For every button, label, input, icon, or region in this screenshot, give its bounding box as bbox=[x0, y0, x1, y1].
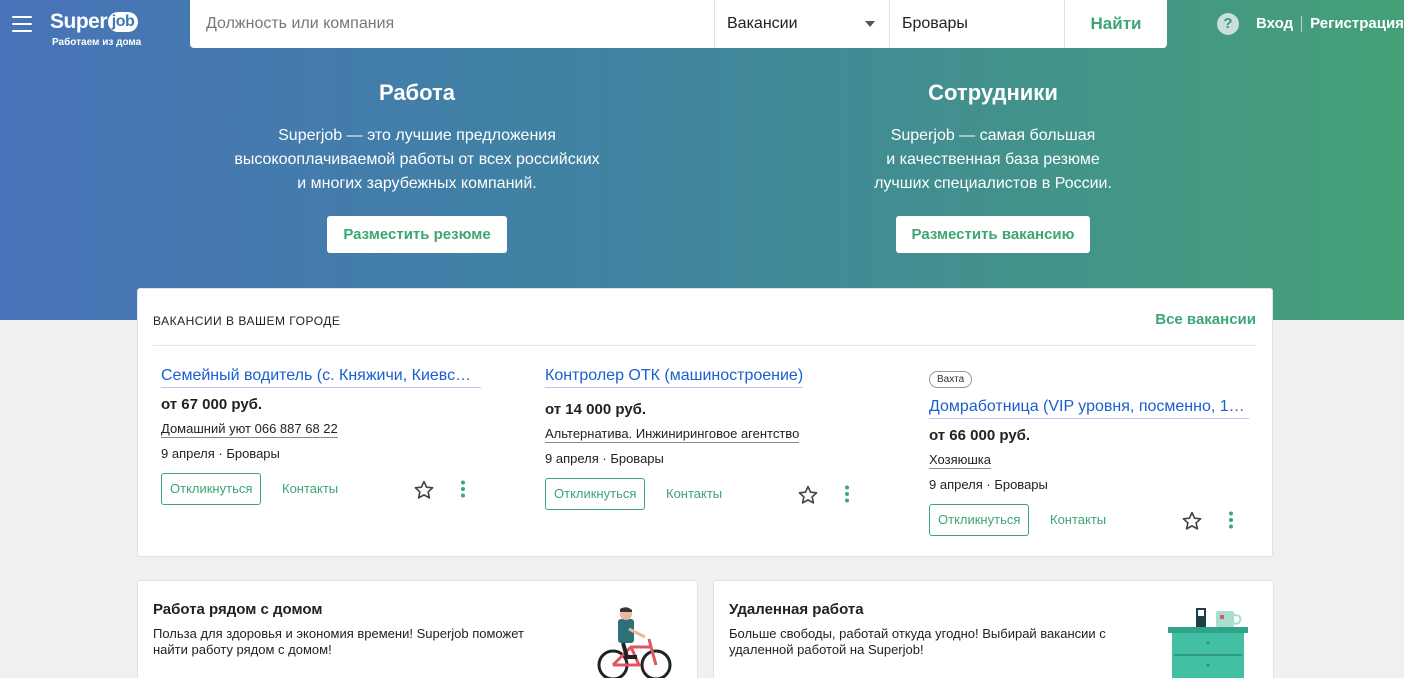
vacancy-item: Семейный водитель (с. Княжичи, Киевс… от… bbox=[161, 367, 481, 505]
vacancy-title-link[interactable]: Семейный водитель (с. Княжичи, Киевс… bbox=[161, 367, 481, 388]
vacancy-meta: 9 апреля · Бровары bbox=[161, 446, 280, 461]
respond-button[interactable]: Откликнуться bbox=[929, 504, 1030, 536]
vacancy-meta: 9 апреля · Бровары bbox=[929, 477, 1048, 492]
vacancy-company-link[interactable]: Домашний уют 066 887 68 22 bbox=[161, 421, 338, 438]
vacancy-salary: от 67 000 руб. bbox=[161, 396, 263, 413]
register-link[interactable]: Регистрация bbox=[1310, 15, 1404, 32]
remote-work-card[interactable]: Удаленная работа Больше свободы, работай… bbox=[713, 580, 1274, 678]
logo[interactable]: Super job Работаем из дома bbox=[50, 10, 141, 48]
vacancies-heading: ВАКАНСИИ В ВАШЕМ ГОРОДЕ bbox=[153, 314, 341, 328]
more-options-icon[interactable] bbox=[1228, 511, 1234, 529]
search-button[interactable]: Найти bbox=[1064, 0, 1167, 48]
respond-button[interactable]: Откликнуться bbox=[545, 478, 646, 510]
vacancy-item: Контролер ОТК (машиностроение) от 14 000… bbox=[545, 367, 865, 510]
help-icon[interactable]: ? bbox=[1217, 13, 1239, 35]
logo-name-suffix: job bbox=[108, 12, 139, 32]
star-icon[interactable] bbox=[413, 479, 435, 501]
nearby-work-title: Работа рядом с домом bbox=[153, 601, 323, 618]
post-resume-button[interactable]: Разместить резюме bbox=[327, 216, 507, 253]
promo-employers-line: лучших специалистов в России. bbox=[874, 175, 1112, 192]
login-link[interactable]: Вход bbox=[1256, 15, 1293, 32]
vacancy-salary: от 66 000 руб. bbox=[929, 427, 1031, 444]
nearby-work-text: Польза для здоровья и экономия времени! … bbox=[153, 626, 524, 657]
desk-illustration-icon bbox=[1168, 608, 1248, 678]
vacancy-actions: Откликнуться Контакты bbox=[161, 473, 481, 505]
logo-name-prefix: Super bbox=[50, 10, 108, 33]
divider bbox=[153, 345, 1257, 346]
chevron-down-icon bbox=[865, 21, 875, 27]
respond-button[interactable]: Откликнуться bbox=[161, 473, 262, 505]
shift-work-badge: Вахта bbox=[929, 371, 973, 388]
search-bar: Вакансии Бровары Найти bbox=[190, 0, 1167, 48]
vacancy-item: Вахта Домработница (VIP уровня, посменно… bbox=[929, 369, 1249, 536]
vacancy-salary: от 14 000 руб. bbox=[545, 401, 647, 418]
more-options-icon[interactable] bbox=[844, 485, 850, 503]
vacancies-card: ВАКАНСИИ В ВАШЕМ ГОРОДЕ Все вакансии Сем… bbox=[137, 288, 1273, 557]
vacancy-meta: 9 апреля · Бровары bbox=[545, 451, 664, 466]
search-input[interactable] bbox=[190, 0, 714, 48]
vacancy-company-link[interactable]: Хозяюшка bbox=[929, 452, 991, 469]
nearby-work-card[interactable]: Работа рядом с домом Польза для здоровья… bbox=[137, 580, 698, 678]
search-type-select[interactable]: Вакансии bbox=[714, 0, 889, 48]
promo-jobs-title: Работа bbox=[378, 80, 456, 105]
remote-work-title: Удаленная работа bbox=[729, 601, 864, 618]
vacancy-company-link[interactable]: Альтернатива. Инжиниринговое агентство bbox=[545, 426, 800, 443]
promo-employers-line: и качественная база резюме bbox=[886, 151, 1100, 168]
auth-divider bbox=[1301, 15, 1303, 32]
menu-icon[interactable] bbox=[12, 16, 32, 32]
all-vacancies-link[interactable]: Все вакансии bbox=[1155, 311, 1256, 328]
promo-jobs-line: Superjob — это лучшие предложения bbox=[278, 127, 556, 144]
vacancy-actions: Откликнуться Контакты bbox=[929, 504, 1249, 536]
post-vacancy-button[interactable]: Разместить вакансию bbox=[895, 216, 1091, 253]
search-type-value: Вакансии bbox=[727, 15, 798, 32]
vacancy-title-link[interactable]: Контролер ОТК (машиностроение) bbox=[545, 367, 804, 388]
logo-name: Super job bbox=[50, 10, 141, 34]
promo-jobs-line: высокооплачиваемой работы от всех россий… bbox=[234, 151, 600, 168]
logo-tagline: Работаем из дома bbox=[52, 37, 142, 48]
contacts-link[interactable]: Контакты bbox=[666, 478, 722, 510]
promo-employers-title: Сотрудники bbox=[928, 80, 1058, 105]
cyclist-illustration-icon bbox=[597, 607, 672, 678]
contacts-link[interactable]: Контакты bbox=[282, 473, 338, 505]
promo-jobs: Работа Superjob — это лучшие предложения… bbox=[217, 80, 617, 253]
hero-banner bbox=[0, 0, 1404, 320]
more-options-icon[interactable] bbox=[460, 480, 466, 498]
city-input[interactable]: Бровары bbox=[889, 0, 1064, 48]
promo-employers: Сотрудники Superjob — самая большая и ка… bbox=[793, 80, 1193, 253]
star-icon[interactable] bbox=[1181, 510, 1203, 532]
city-value: Бровары bbox=[902, 15, 968, 32]
vacancy-title-link[interactable]: Домработница (VIP уровня, посменно, 1… bbox=[929, 398, 1249, 419]
promo-employers-line: Superjob — самая большая bbox=[890, 127, 1096, 144]
promo-jobs-line: и многих зарубежных компаний. bbox=[297, 175, 537, 192]
vacancy-actions: Откликнуться Контакты bbox=[545, 478, 865, 510]
auth-links: Вход Регистрация bbox=[1256, 15, 1404, 32]
contacts-link[interactable]: Контакты bbox=[1050, 504, 1106, 536]
star-icon[interactable] bbox=[797, 484, 819, 506]
remote-work-text: Больше свободы, работай откуда угодно! В… bbox=[729, 626, 1106, 657]
